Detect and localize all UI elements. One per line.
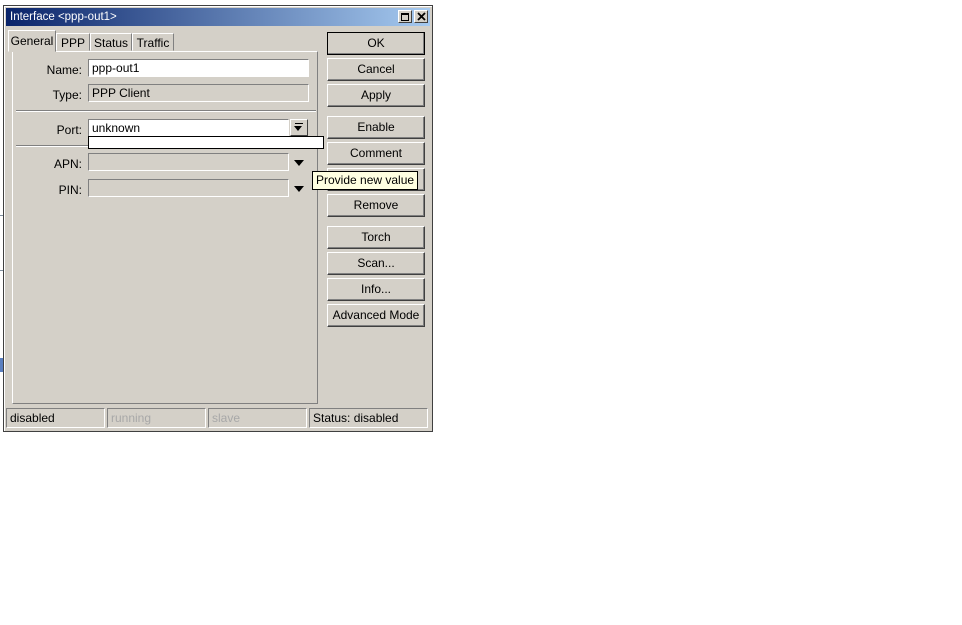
port-label: Port: — [56, 123, 82, 137]
tab-ppp-label: PPP — [60, 36, 85, 50]
apn-field[interactable] — [88, 153, 289, 171]
ok-button[interactable]: OK — [327, 32, 425, 55]
type-label: Type: — [52, 88, 82, 102]
cancel-button[interactable]: Cancel — [327, 58, 425, 81]
chevron-down-icon — [294, 126, 302, 131]
interface-dialog: Interface <ppp-out1> General PPP Status … — [3, 5, 433, 432]
general-panel — [12, 51, 318, 404]
close-icon[interactable] — [414, 10, 428, 23]
enable-button[interactable]: Enable — [327, 116, 425, 139]
name-input[interactable]: ppp-out1 — [88, 59, 309, 77]
pin-label: PIN: — [58, 183, 82, 197]
pin-field[interactable] — [88, 179, 289, 197]
port-dropdown-button[interactable] — [290, 119, 308, 136]
title-bar[interactable]: Interface <ppp-out1> — [6, 8, 430, 26]
status-state: disabled — [6, 408, 105, 428]
tab-status-label: Status — [93, 36, 129, 50]
tab-traffic[interactable]: Traffic — [132, 33, 174, 51]
tab-ppp[interactable]: PPP — [56, 33, 90, 51]
tab-traffic-label: Traffic — [136, 36, 170, 50]
name-label: Name: — [46, 63, 82, 77]
tab-general[interactable]: General — [8, 30, 56, 52]
port-dropdown-list[interactable] — [88, 136, 324, 149]
apply-button[interactable]: Apply — [327, 84, 425, 107]
torch-button[interactable]: Torch — [327, 226, 425, 249]
port-select[interactable]: unknown — [88, 119, 289, 137]
scan-button[interactable]: Scan... — [327, 252, 425, 275]
info-button[interactable]: Info... — [327, 278, 425, 301]
window-title: Interface <ppp-out1> — [10, 11, 117, 23]
divider — [16, 110, 316, 112]
tab-status[interactable]: Status — [90, 33, 132, 51]
maximize-icon[interactable] — [398, 10, 412, 23]
remove-button[interactable]: Remove — [327, 194, 425, 217]
apn-chevron-down-icon[interactable] — [294, 160, 304, 166]
dropdown-bar-icon — [295, 123, 303, 124]
type-field: PPP Client — [88, 84, 309, 102]
tab-general-label: General — [10, 34, 54, 48]
apn-label: APN: — [53, 157, 82, 171]
status-running: running — [107, 408, 206, 428]
advanced-mode-button[interactable]: Advanced Mode — [327, 304, 425, 327]
status-text: Status: disabled — [309, 408, 428, 428]
comment-button[interactable]: Comment — [327, 142, 425, 165]
tooltip: Provide new value — [312, 171, 419, 190]
pin-chevron-down-icon[interactable] — [294, 186, 304, 192]
status-slave: slave — [208, 408, 307, 428]
